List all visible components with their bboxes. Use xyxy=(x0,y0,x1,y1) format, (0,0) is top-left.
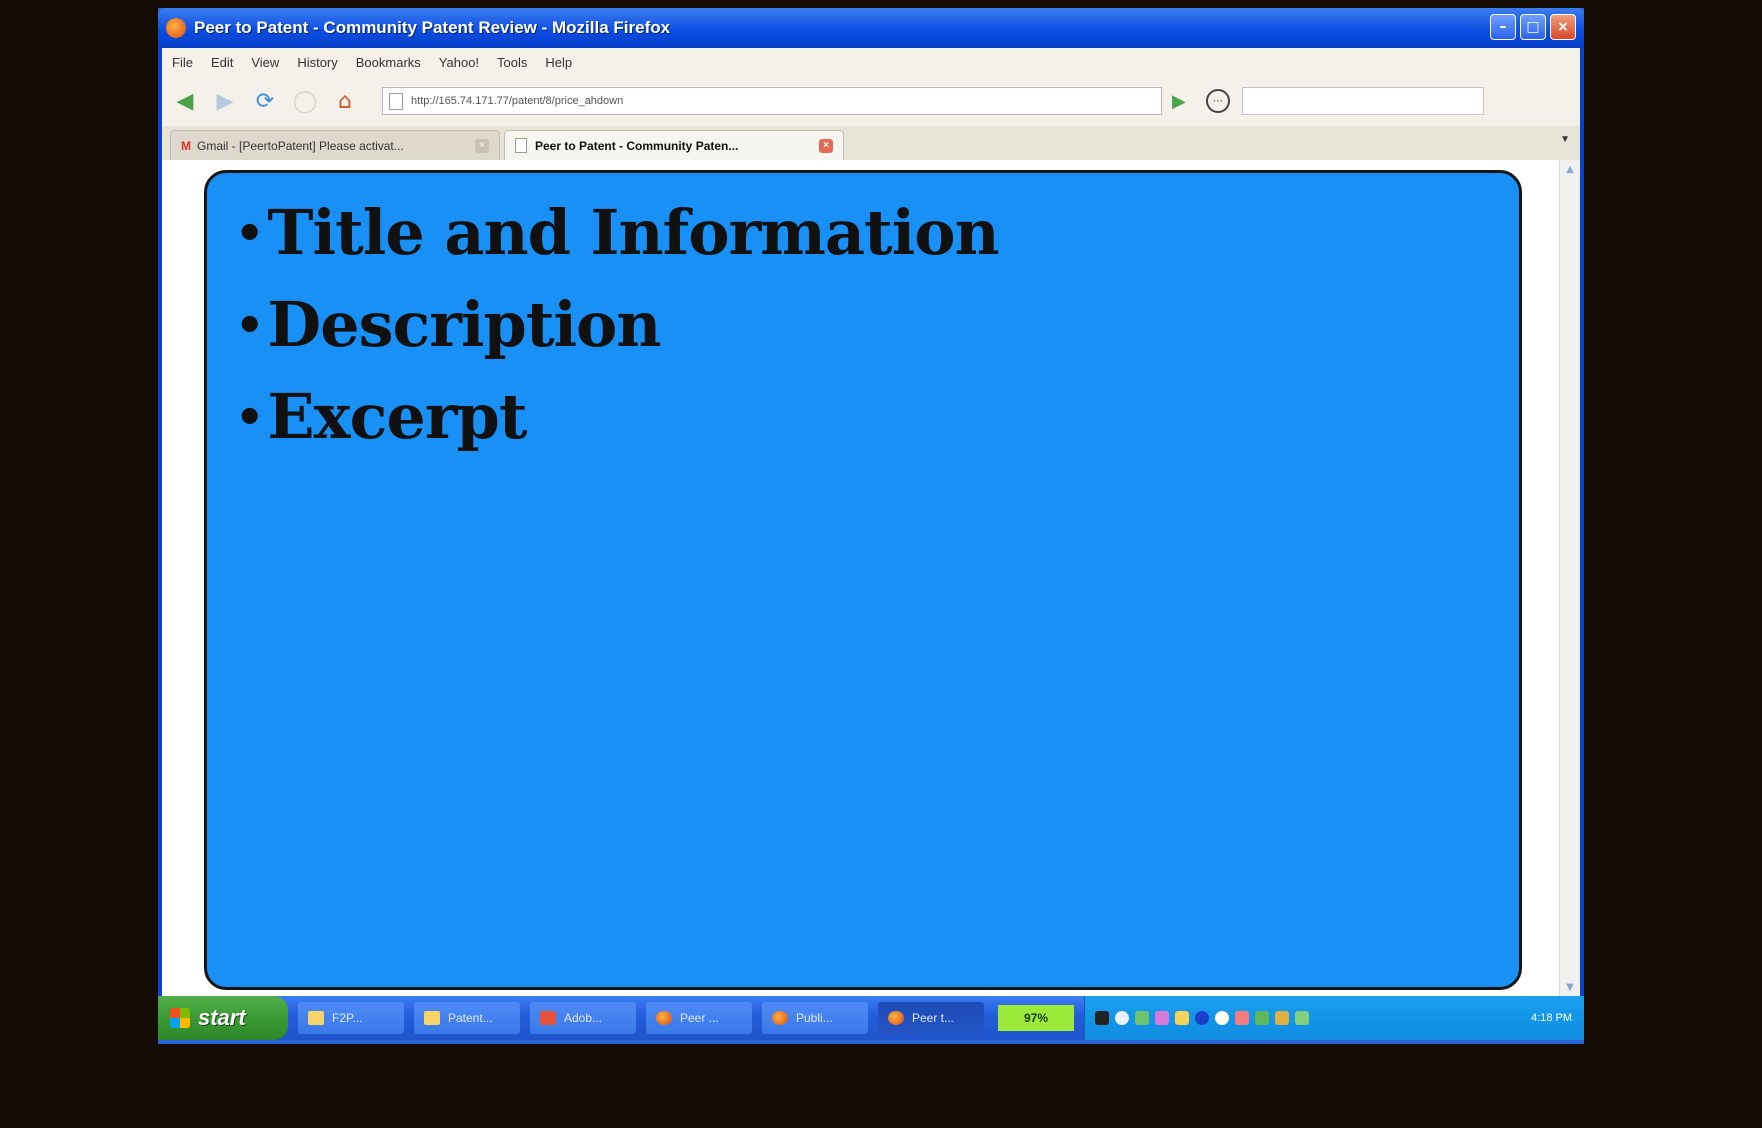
folder-icon xyxy=(424,1011,440,1025)
back-arrow-icon[interactable]: ◀ xyxy=(170,86,200,116)
tray-app-icon[interactable] xyxy=(1235,1011,1249,1025)
tab-list-arrow-icon[interactable]: ▼ xyxy=(1560,134,1570,145)
taskbar-item-label: Publi... xyxy=(796,1011,833,1025)
tab-label: Gmail - [PeertoPatent] Please activat... xyxy=(197,138,404,153)
tab-label: Peer to Patent - Community Paten... xyxy=(535,138,739,153)
list-item: • Title and Information xyxy=(235,187,1519,279)
menu-yahoo[interactable]: Yahoo! xyxy=(439,55,479,70)
window-controls: – □ × xyxy=(1490,14,1576,40)
list-item: • Excerpt xyxy=(235,371,1519,463)
firefox-icon xyxy=(772,1011,788,1025)
system-tray: 4:18 PM xyxy=(1084,996,1584,1040)
tray-app-icon[interactable] xyxy=(1275,1011,1289,1025)
stop-icon[interactable]: ◯ xyxy=(290,86,320,116)
maximize-button[interactable]: □ xyxy=(1520,14,1546,40)
menu-bar: File Edit View History Bookmarks Yahoo! … xyxy=(162,48,1580,76)
taskbar-item-label: Patent... xyxy=(448,1011,493,1025)
address-text: http://165.74.171.77/patent/8/price_ahdo… xyxy=(411,95,624,107)
go-arrow-icon[interactable]: ▶ xyxy=(1172,91,1186,112)
list-item-text: Title and Information xyxy=(267,196,999,269)
search-input[interactable] xyxy=(1241,87,1484,115)
search-engine-icon[interactable]: ⋯ xyxy=(1205,89,1230,113)
menu-history[interactable]: History xyxy=(297,55,337,70)
clock[interactable]: 4:18 PM xyxy=(1531,1012,1572,1024)
bullet-icon: • xyxy=(235,298,264,352)
bullet-icon: • xyxy=(235,206,264,260)
desktop-screen: Peer to Patent - Community Patent Review… xyxy=(158,8,1584,1044)
minimize-button[interactable]: – xyxy=(1490,14,1516,40)
tray-app-icon[interactable] xyxy=(1175,1011,1189,1025)
menu-tools[interactable]: Tools xyxy=(497,55,527,70)
menu-file[interactable]: File xyxy=(172,55,193,70)
taskbar-item-label: F2P... xyxy=(332,1011,363,1025)
tab-gmail[interactable]: M Gmail - [PeertoPatent] Please activat.… xyxy=(170,130,500,160)
tray-app-icon[interactable] xyxy=(1155,1011,1169,1025)
taskbar-item-label: Peer ... xyxy=(680,1011,719,1025)
list-item: • Description xyxy=(235,279,1519,371)
window-title: Peer to Patent - Community Patent Review… xyxy=(194,18,671,37)
firefox-icon xyxy=(888,1011,904,1025)
bluetooth-icon[interactable] xyxy=(1195,1011,1209,1025)
menu-edit[interactable]: Edit xyxy=(211,55,233,70)
start-label: start xyxy=(198,1005,246,1030)
navigation-toolbar: ◀ ▶ ⟳ ◯ ⌂ http://165.74.171.77/patent/8/… xyxy=(162,76,1580,126)
close-button[interactable]: × xyxy=(1550,14,1576,40)
start-button[interactable]: start xyxy=(158,996,288,1040)
taskbar: start F2P... Patent... Adob... Peer ... … xyxy=(158,996,1584,1040)
tray-app-icon[interactable] xyxy=(1295,1011,1309,1025)
title-bar[interactable]: Peer to Patent - Community Patent Review… xyxy=(158,8,1584,48)
list-item-text: Description xyxy=(267,288,661,361)
taskbar-item-firefox-1[interactable]: Peer ... xyxy=(646,1002,752,1034)
slide-panel: • Title and Information • Description • … xyxy=(204,170,1522,990)
battery-meter[interactable]: 97% xyxy=(998,1005,1074,1031)
tray-app-icon[interactable] xyxy=(1255,1011,1269,1025)
home-icon[interactable]: ⌂ xyxy=(330,86,360,116)
reload-icon[interactable]: ⟳ xyxy=(250,86,280,116)
tab-close-icon[interactable]: × xyxy=(819,138,833,153)
taskbar-item-firefox-active[interactable]: Peer t... xyxy=(878,1002,984,1034)
taskbar-item-label: Adob... xyxy=(564,1011,603,1025)
tab-bar: M Gmail - [PeertoPatent] Please activat.… xyxy=(162,126,1580,160)
taskbar-item-folder-1[interactable]: F2P... xyxy=(298,1002,404,1034)
menu-view[interactable]: View xyxy=(251,55,279,70)
tray-app-icon[interactable] xyxy=(1215,1011,1229,1025)
windows-logo-icon xyxy=(170,1008,190,1028)
network-icon[interactable] xyxy=(1115,1011,1129,1025)
scroll-up-icon[interactable]: ▲ xyxy=(1560,160,1580,178)
page-icon xyxy=(389,93,403,110)
taskbar-item-adobe[interactable]: Adob... xyxy=(530,1002,636,1034)
firefox-icon xyxy=(656,1011,672,1025)
menu-help[interactable]: Help xyxy=(545,55,572,70)
gmail-icon: M xyxy=(181,138,191,153)
forward-arrow-icon[interactable]: ▶ xyxy=(210,86,240,116)
adobe-icon xyxy=(540,1011,556,1025)
taskbar-item-label: Peer t... xyxy=(912,1011,955,1025)
page-icon xyxy=(515,138,527,153)
speaker-icon[interactable] xyxy=(1095,1011,1109,1025)
tab-close-icon[interactable]: × xyxy=(475,138,489,153)
folder-icon xyxy=(308,1011,324,1025)
bullet-icon: • xyxy=(235,390,264,444)
menu-bookmarks[interactable]: Bookmarks xyxy=(356,55,421,70)
photo-frame: Peer to Patent - Community Patent Review… xyxy=(0,0,1762,1128)
taskbar-item-firefox-2[interactable]: Publi... xyxy=(762,1002,868,1034)
firefox-icon xyxy=(166,18,186,38)
firefox-window: Peer to Patent - Community Patent Review… xyxy=(158,8,1584,996)
scroll-down-icon[interactable]: ▼ xyxy=(1560,978,1580,996)
taskbar-item-folder-2[interactable]: Patent... xyxy=(414,1002,520,1034)
tray-app-icon[interactable] xyxy=(1135,1011,1149,1025)
page-content: • Title and Information • Description • … xyxy=(162,160,1580,996)
list-item-text: Excerpt xyxy=(267,380,527,453)
bullet-list: • Title and Information • Description • … xyxy=(235,187,1519,463)
tab-peer-to-patent[interactable]: Peer to Patent - Community Paten... × xyxy=(504,130,844,160)
address-bar[interactable]: http://165.74.171.77/patent/8/price_ahdo… xyxy=(382,87,1162,115)
vertical-scrollbar[interactable]: ▲ ▼ xyxy=(1559,160,1580,996)
